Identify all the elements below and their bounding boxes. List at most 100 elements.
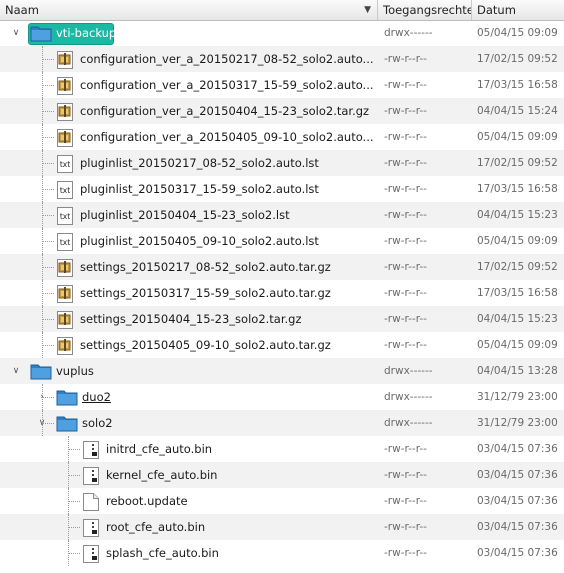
- tree-connector-line: [42, 189, 54, 190]
- tree-guide-line: [42, 228, 43, 254]
- tree-item-label: solo2: [82, 416, 113, 430]
- tree-guide-line: [42, 306, 43, 332]
- tree-item-label: configuration_ver_a_20150405_09-10_solo2…: [80, 130, 374, 144]
- tree-row-file[interactable]: txt pluginlist_20150404_15-23_solo2.lst -r…: [0, 202, 564, 228]
- tree-connector-line: [42, 267, 54, 268]
- tree-row-file[interactable]: kernel_cfe_auto.bin -rw-r--r-- 03/04/15 07…: [0, 462, 564, 488]
- tree-guide-line: [42, 410, 43, 436]
- date-cell: 05/04/15 09:09: [477, 27, 558, 39]
- permissions-cell: -rw-r--r--: [384, 547, 427, 559]
- txt-badge: txt: [60, 238, 70, 247]
- tree-row-file[interactable]: settings_20150217_08-52_solo2.auto.tar.g…: [0, 254, 564, 280]
- archive-file-icon: [56, 102, 74, 125]
- txt-badge: txt: [60, 212, 70, 221]
- tree-item-label: splash_cfe_auto.bin: [106, 546, 219, 560]
- date-cell: 17/02/15 09:52: [477, 157, 558, 169]
- column-header-date[interactable]: Datum: [472, 0, 564, 20]
- tree-row-file[interactable]: configuration_ver_a_20150405_09-10_solo2…: [0, 124, 564, 150]
- tree-guide-line: [68, 462, 69, 488]
- txt-badge: txt: [60, 186, 70, 195]
- permissions-cell: drwx------: [384, 417, 433, 429]
- archive-file-icon: [56, 128, 74, 151]
- text-file-icon: txt: [56, 154, 74, 177]
- folder-icon: [30, 24, 52, 45]
- column-header-name[interactable]: Naam ▼: [0, 0, 378, 20]
- permissions-cell: drwx------: [384, 27, 433, 39]
- tree-connector-line: [42, 319, 54, 320]
- tree-item-label: configuration_ver_a_20150317_15-59_solo2…: [80, 78, 374, 92]
- tree-connector-line: [42, 397, 54, 398]
- folder-icon: [56, 414, 78, 435]
- tree-row-file[interactable]: settings_20150405_09-10_solo2.auto.tar.g…: [0, 332, 564, 358]
- tree-row-file[interactable]: reboot.update -rw-r--r-- 03/04/15 07:36: [0, 488, 564, 514]
- date-cell: 17/03/15 16:58: [477, 183, 558, 195]
- tree-row-file[interactable]: splash_cfe_auto.bin -rw-r--r-- 03/04/15 07…: [0, 540, 564, 566]
- date-cell: 17/03/15 16:58: [477, 287, 558, 299]
- permissions-cell: -rw-r--r--: [384, 339, 427, 351]
- permissions-cell: drwx------: [384, 391, 433, 403]
- date-cell: 31/12/79 23:00: [477, 391, 558, 403]
- tree-connector-line: [42, 85, 54, 86]
- permissions-cell: -rw-r--r--: [384, 469, 427, 481]
- permissions-cell: -rw-r--r--: [384, 79, 427, 91]
- archive-file-icon: [56, 50, 74, 73]
- tree-connector-line: [68, 449, 80, 450]
- permissions-cell: -rw-r--r--: [384, 131, 427, 143]
- date-cell: 04/04/15 15:23: [477, 209, 558, 221]
- permissions-cell: -rw-r--r--: [384, 183, 427, 195]
- permissions-cell: -rw-r--r--: [384, 235, 427, 247]
- tree-row-folder[interactable]: › duo2 drwx------ 31/12/79 23:00: [0, 384, 564, 410]
- tree-row-file[interactable]: txt pluginlist_20150405_09-10_solo2.auto.…: [0, 228, 564, 254]
- column-header: Naam ▼ Toegangsrechten Datum: [0, 0, 564, 21]
- tree-item-label: pluginlist_20150404_15-23_solo2.lst: [80, 208, 290, 222]
- column-header-permissions-label: Toegangsrechten: [383, 3, 472, 17]
- permissions-cell: -rw-r--r--: [384, 313, 427, 325]
- column-header-name-label: Naam: [5, 3, 39, 17]
- tree-item-label: initrd_cfe_auto.bin: [106, 442, 213, 456]
- date-cell: 17/02/15 09:52: [477, 53, 558, 65]
- tree-row-file[interactable]: initrd_cfe_auto.bin -rw-r--r-- 03/04/15 07…: [0, 436, 564, 462]
- tree-item-label: settings_20150404_15-23_solo2.tar.gz: [80, 312, 302, 326]
- tree-guide-line: [68, 488, 69, 514]
- tree-row-file[interactable]: settings_20150317_15-59_solo2.auto.tar.g…: [0, 280, 564, 306]
- date-cell: 03/04/15 07:36: [477, 495, 558, 507]
- tree-connector-line: [42, 345, 54, 346]
- column-header-permissions[interactable]: Toegangsrechten: [378, 0, 472, 20]
- tree-row-folder[interactable]: ∨ solo2 drwx------ 31/12/79 23:00: [0, 410, 564, 436]
- permissions-cell: -rw-r--r--: [384, 287, 427, 299]
- text-file-icon: txt: [56, 206, 74, 229]
- tree-connector-line: [42, 111, 54, 112]
- tree-item-label: vti-backupsuite: [56, 26, 145, 40]
- tree-guide-line: [68, 540, 69, 566]
- date-cell: 17/03/15 16:58: [477, 79, 558, 91]
- permissions-cell: -rw-r--r--: [384, 495, 427, 507]
- tree-item-label: configuration_ver_a_20150404_15-23_solo2…: [80, 104, 370, 118]
- tree-row-file[interactable]: configuration_ver_a_20150317_15-59_solo2…: [0, 72, 564, 98]
- tree-row-folder[interactable]: ∨ vuplus drwx------ 04/04/15 13:28: [0, 358, 564, 384]
- tree-guide-line: [68, 514, 69, 540]
- tree-row-file[interactable]: txt pluginlist_20150317_15-59_solo2.auto.…: [0, 176, 564, 202]
- collapse-chevron-icon[interactable]: ∨: [10, 20, 22, 46]
- tree-row-folder[interactable]: ∨ vti-backupsuite drwx------ 05/04/15 09:09: [0, 20, 564, 46]
- tree-connector-line: [42, 163, 54, 164]
- tree-item-label: pluginlist_20150405_09-10_solo2.auto.lst: [80, 234, 319, 248]
- archive-file-icon: [56, 258, 74, 281]
- tree-row-file[interactable]: root_cfe_auto.bin -rw-r--r-- 03/04/15 07:3…: [0, 514, 564, 540]
- folder-icon: [30, 362, 52, 383]
- permissions-cell: -rw-r--r--: [384, 105, 427, 117]
- date-cell: 31/12/79 23:00: [477, 417, 558, 429]
- tree-guide-line: [68, 436, 69, 462]
- column-header-date-label: Datum: [477, 3, 516, 17]
- archive-file-icon: [56, 336, 74, 359]
- tree-row-file[interactable]: txt pluginlist_20150217_08-52_solo2.auto.…: [0, 150, 564, 176]
- sort-descending-icon: ▼: [364, 5, 371, 15]
- tree-row-file[interactable]: settings_20150404_15-23_solo2.tar.gz -rw-…: [0, 306, 564, 332]
- tree-item-label: settings_20150217_08-52_solo2.auto.tar.g…: [80, 260, 331, 274]
- permissions-cell: -rw-r--r--: [384, 521, 427, 533]
- collapse-chevron-icon[interactable]: ∨: [10, 358, 22, 384]
- tree-connector-line: [42, 293, 54, 294]
- tree-item-label: reboot.update: [106, 494, 188, 508]
- tree-row-file[interactable]: configuration_ver_a_20150404_15-23_solo2…: [0, 98, 564, 124]
- tree-row-file[interactable]: configuration_ver_a_20150217_08-52_solo2…: [0, 46, 564, 72]
- date-cell: 03/04/15 07:36: [477, 521, 558, 533]
